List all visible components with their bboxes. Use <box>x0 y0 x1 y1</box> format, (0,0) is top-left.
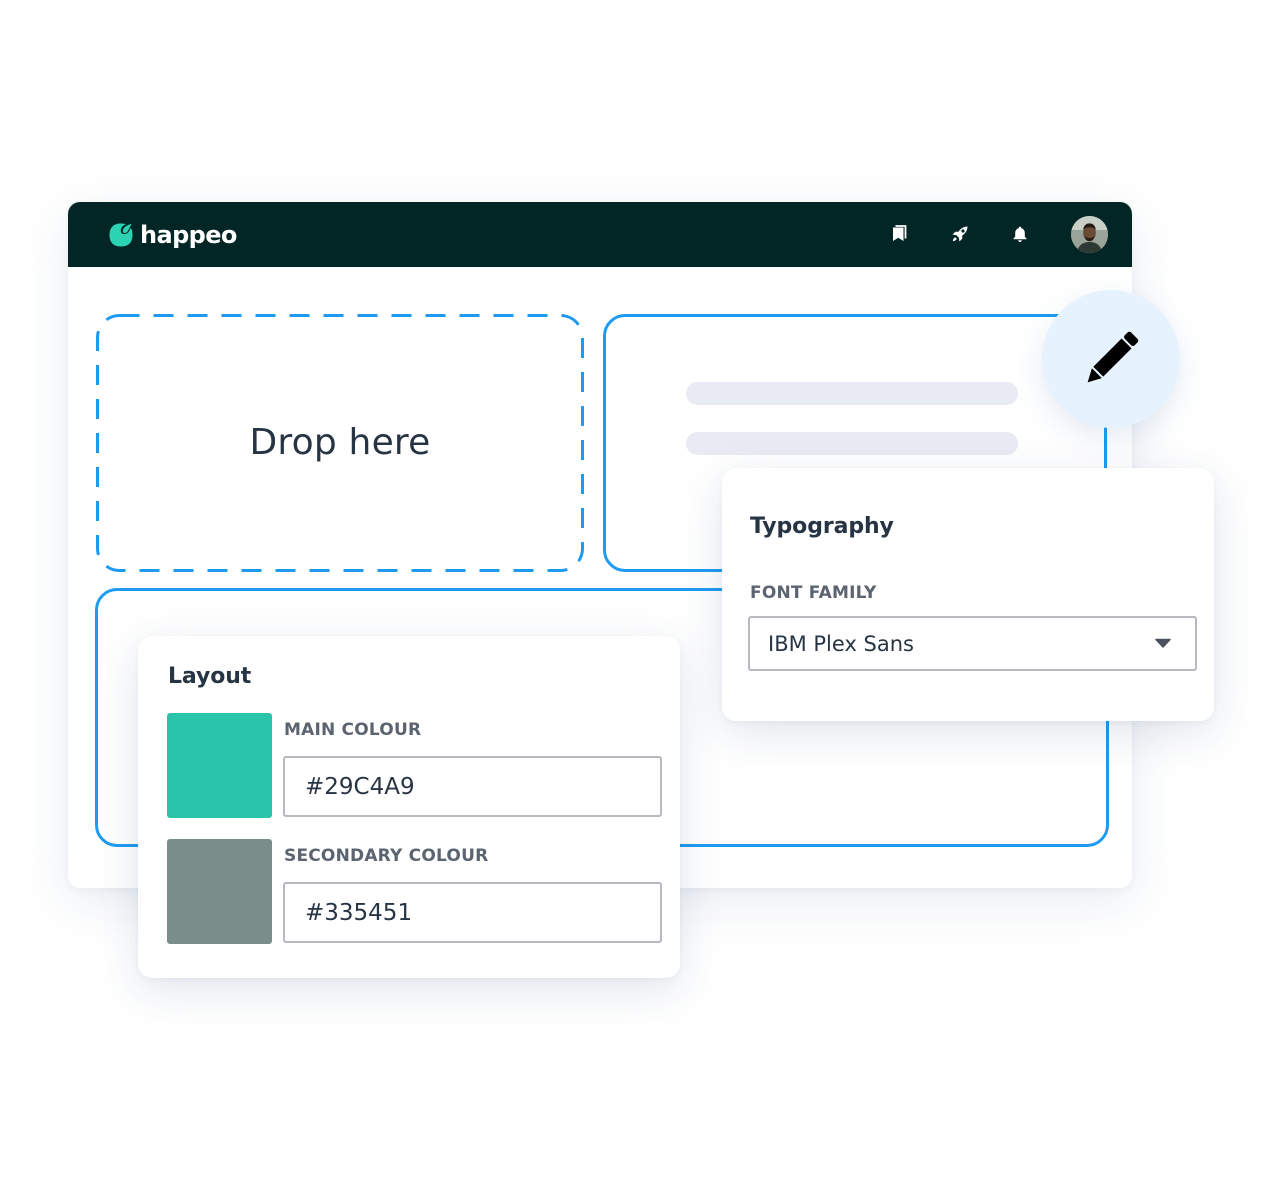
font-family-value: IBM Plex Sans <box>768 631 914 656</box>
main-colour-label: MAIN COLOUR <box>284 720 422 740</box>
happeo-logo-icon <box>109 222 133 247</box>
main-colour-input[interactable]: #29C4A9 <box>283 756 662 817</box>
drop-zone-label: Drop here <box>249 421 431 463</box>
user-avatar[interactable] <box>1071 216 1108 253</box>
font-family-label: FONT FAMILY <box>750 583 877 603</box>
launch-button[interactable] <box>949 223 971 245</box>
bookmarks-button[interactable] <box>888 223 910 245</box>
bookmark-icon <box>893 225 907 241</box>
layout-panel: Layout MAIN COLOUR #29C4A9 SECONDARY COL… <box>138 636 680 978</box>
layout-title: Layout <box>168 664 252 689</box>
main-colour-swatch[interactable] <box>167 713 272 818</box>
notifications-button[interactable] <box>1009 223 1031 245</box>
skeleton-text-line <box>686 382 1018 405</box>
skeleton-text-line <box>686 432 1018 455</box>
typography-panel: Typography FONT FAMILY IBM Plex Sans <box>722 468 1214 721</box>
brand-logo[interactable]: happeo <box>108 218 237 252</box>
brand-name: happeo <box>140 221 237 249</box>
bell-icon <box>1013 226 1027 242</box>
font-family-select[interactable]: IBM Plex Sans <box>748 616 1197 671</box>
rocket-icon <box>952 226 968 242</box>
secondary-colour-swatch[interactable] <box>167 839 272 944</box>
drop-zone[interactable]: Drop here <box>96 314 584 572</box>
typography-title: Typography <box>750 514 894 539</box>
avatar-photo <box>1071 216 1108 253</box>
caret-down-icon <box>1155 638 1171 648</box>
main-colour-value: #29C4A9 <box>305 773 415 800</box>
edit-button[interactable] <box>1042 290 1180 428</box>
secondary-colour-value: #335451 <box>305 899 413 926</box>
top-navigation-bar: happeo <box>68 202 1132 267</box>
secondary-colour-label: SECONDARY COLOUR <box>284 846 489 866</box>
pencil-icon <box>1087 331 1139 383</box>
secondary-colour-input[interactable]: #335451 <box>283 882 662 943</box>
